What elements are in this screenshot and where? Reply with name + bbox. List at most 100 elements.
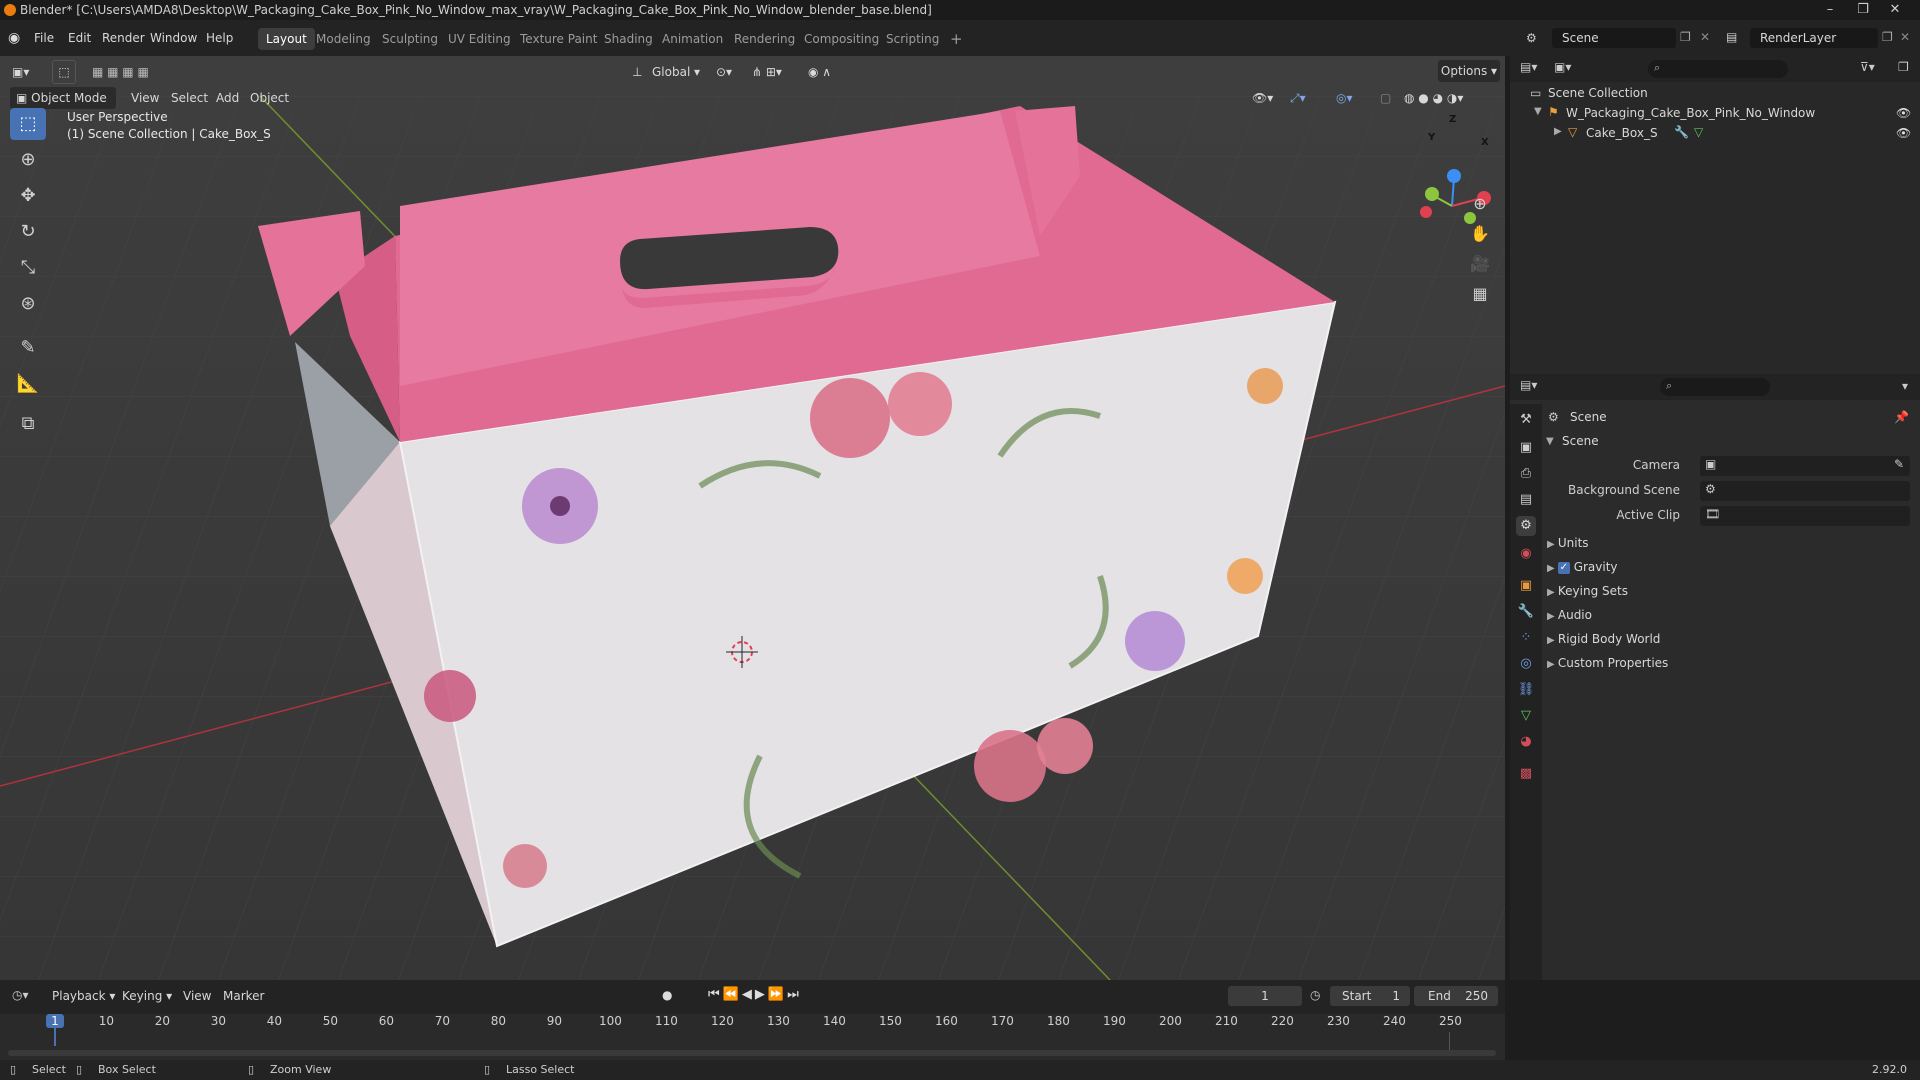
expand-arrow-icon[interactable]: ▶ (1554, 126, 1562, 137)
pivot-point-icon[interactable]: ⊙▾ (716, 62, 732, 82)
timeline-menu-keying[interactable]: Keying ▾ (122, 989, 172, 1003)
viewport-menu-object[interactable]: Object (250, 88, 289, 108)
maximize-button[interactable]: ❐ (1848, 0, 1878, 20)
preview-range-icon[interactable]: ◷ (1310, 988, 1320, 1002)
tool-tab-icon[interactable]: ⚒ (1516, 410, 1536, 430)
current-frame-marker[interactable]: 1 (46, 1014, 64, 1028)
menu-render[interactable]: Render (102, 28, 145, 48)
snap-icon[interactable]: ⋔ ⊞▾ (752, 62, 782, 82)
close-button[interactable]: ✕ (1880, 0, 1910, 20)
measure-tool[interactable]: 📐 (10, 368, 46, 400)
expand-arrow-icon[interactable]: ▼ (1546, 436, 1554, 447)
new-layer-icon[interactable]: ❐ (1882, 30, 1893, 44)
timeline-scrollbar[interactable] (8, 1050, 1496, 1056)
scene-selector-icon[interactable]: ⚙ (1526, 28, 1546, 48)
new-scene-icon[interactable]: ❐ (1680, 30, 1691, 44)
modifier-tab-icon[interactable]: 🔧 (1516, 602, 1536, 622)
tab-sculpting[interactable]: Sculpting (374, 28, 446, 50)
filter-icon[interactable]: ⊽▾ (1860, 60, 1875, 74)
menu-help[interactable]: Help (206, 28, 233, 48)
menu-edit[interactable]: Edit (68, 28, 91, 48)
zoom-icon[interactable]: ⊕ (1466, 190, 1494, 218)
audio-panel[interactable]: ▶ Audio (1547, 604, 1912, 626)
eye-icon[interactable]: 👁 (1896, 126, 1911, 140)
material-tab-icon[interactable]: ◕ (1516, 732, 1536, 752)
pin-icon[interactable]: 📌 (1894, 410, 1909, 424)
camera-view-icon[interactable]: 🎥 (1466, 250, 1494, 278)
tab-scripting[interactable]: Scripting (878, 28, 947, 50)
camera-field[interactable] (1700, 456, 1910, 476)
orthographic-toggle-icon[interactable]: ▦ (1466, 280, 1494, 308)
add-cube-tool[interactable]: ⧉ (10, 408, 46, 440)
delete-layer-icon[interactable]: ✕ (1900, 30, 1910, 44)
scene-field[interactable]: Scene (1552, 28, 1676, 48)
background-scene-field[interactable] (1700, 481, 1910, 501)
physics-tab-icon[interactable]: ◎ (1516, 654, 1536, 674)
outliner-search-input[interactable] (1648, 60, 1788, 78)
tab-texture-paint[interactable]: Texture Paint (512, 28, 605, 50)
world-tab-icon[interactable]: ◉ (1516, 544, 1536, 564)
rigid-body-world-panel[interactable]: ▶ Rigid Body World (1547, 628, 1912, 650)
options-button[interactable]: Options ▾ (1438, 60, 1500, 82)
eye-icon[interactable]: 👁 (1896, 106, 1911, 120)
eyedropper-icon[interactable]: ✎ (1894, 457, 1904, 471)
mode-dropdown[interactable]: ▣ Object Mode ▾ (10, 87, 116, 127)
outliner-editor-icon[interactable]: ▤▾ (1520, 60, 1537, 74)
viewport-menu-add[interactable]: Add (216, 88, 239, 108)
tab-animation[interactable]: Animation (654, 28, 731, 50)
tab-shading[interactable]: Shading (596, 28, 661, 50)
renderlayer-field[interactable]: RenderLayer (1750, 28, 1878, 48)
transform-tool[interactable]: ⊛ (10, 288, 46, 320)
view-layer-tab-icon[interactable]: ▤ (1516, 490, 1536, 510)
data-tab-icon[interactable]: ▽ (1516, 706, 1536, 726)
timeline-editor-icon[interactable]: ◷▾ (12, 988, 29, 1002)
viewport-menu-select[interactable]: Select (171, 88, 208, 108)
constraints-tab-icon[interactable]: ⛓ (1516, 680, 1536, 700)
tab-uv-editing[interactable]: UV Editing (440, 28, 519, 50)
rotate-tool[interactable]: ↻ (10, 216, 46, 248)
select-tool-mode-icon[interactable]: ⬚ (52, 60, 76, 84)
timeline-menu-marker[interactable]: Marker (223, 989, 264, 1003)
proportional-edit-icon[interactable]: ◉ ∧ (808, 62, 831, 82)
add-workspace-button[interactable]: + (942, 28, 971, 50)
properties-search-input[interactable] (1660, 378, 1770, 396)
tab-compositing[interactable]: Compositing (796, 28, 887, 50)
viewlayer-icon[interactable]: ▤ (1726, 30, 1737, 44)
units-panel[interactable]: ▶ Units (1547, 532, 1912, 554)
visibility-icon[interactable]: 👁▾ (1252, 88, 1273, 108)
select-box-tool[interactable]: ⬚ (10, 108, 46, 140)
editor-type-icon[interactable]: ▣▾ (12, 62, 29, 82)
tab-rendering[interactable]: Rendering (726, 28, 803, 50)
particles-tab-icon[interactable]: ⁘ (1516, 628, 1536, 648)
pan-hand-icon[interactable]: ✋ (1466, 220, 1494, 248)
new-collection-icon[interactable]: ❐ (1898, 60, 1909, 74)
start-frame-field[interactable]: Start 1 (1330, 986, 1410, 1006)
gizmo-x-label[interactable]: X (1481, 137, 1489, 148)
texture-tab-icon[interactable]: ▩ (1516, 764, 1536, 784)
shading-modes-icon[interactable]: ◍ ● ◕ ◑▾ (1404, 88, 1463, 108)
scale-tool[interactable]: ⤡ (10, 252, 46, 284)
transform-orientation-dropdown[interactable]: Global (652, 62, 690, 82)
end-frame-field[interactable]: End 250 (1414, 986, 1498, 1006)
timeline-menu-view[interactable]: View (183, 989, 211, 1003)
gizmo-z-label[interactable]: Z (1449, 114, 1456, 125)
viewport-menu-view[interactable]: View (131, 88, 159, 108)
gravity-panel[interactable]: ▶ ✓ Gravity (1547, 556, 1912, 578)
custom-properties-panel[interactable]: ▶ Custom Properties (1547, 652, 1912, 674)
output-tab-icon[interactable]: ⎙ (1516, 464, 1536, 484)
move-tool[interactable]: ✥ (10, 180, 46, 212)
gizmo-toggle-icon[interactable]: ⤢▾ (1290, 88, 1306, 108)
render-tab-icon[interactable]: ▣ (1516, 438, 1536, 458)
minimize-button[interactable]: – (1815, 0, 1845, 20)
annotate-tool[interactable]: ✎ (10, 332, 46, 364)
blender-menu-icon[interactable]: ◉ (8, 30, 24, 46)
scene-tab-icon[interactable]: ⚙ (1516, 516, 1536, 536)
delete-scene-icon[interactable]: ✕ (1700, 30, 1710, 44)
tab-modeling[interactable]: Modeling (308, 28, 379, 50)
display-mode-icon[interactable]: ▣▾ (1554, 60, 1571, 74)
gizmo-y-label[interactable]: Y (1428, 132, 1435, 143)
outliner-item[interactable]: Cake_Box_S (1586, 126, 1658, 140)
expand-arrow-icon[interactable]: ▼ (1534, 106, 1542, 117)
timeline-menu-playback[interactable]: Playback ▾ (52, 989, 115, 1003)
scene-panel-title[interactable]: Scene (1562, 434, 1599, 448)
